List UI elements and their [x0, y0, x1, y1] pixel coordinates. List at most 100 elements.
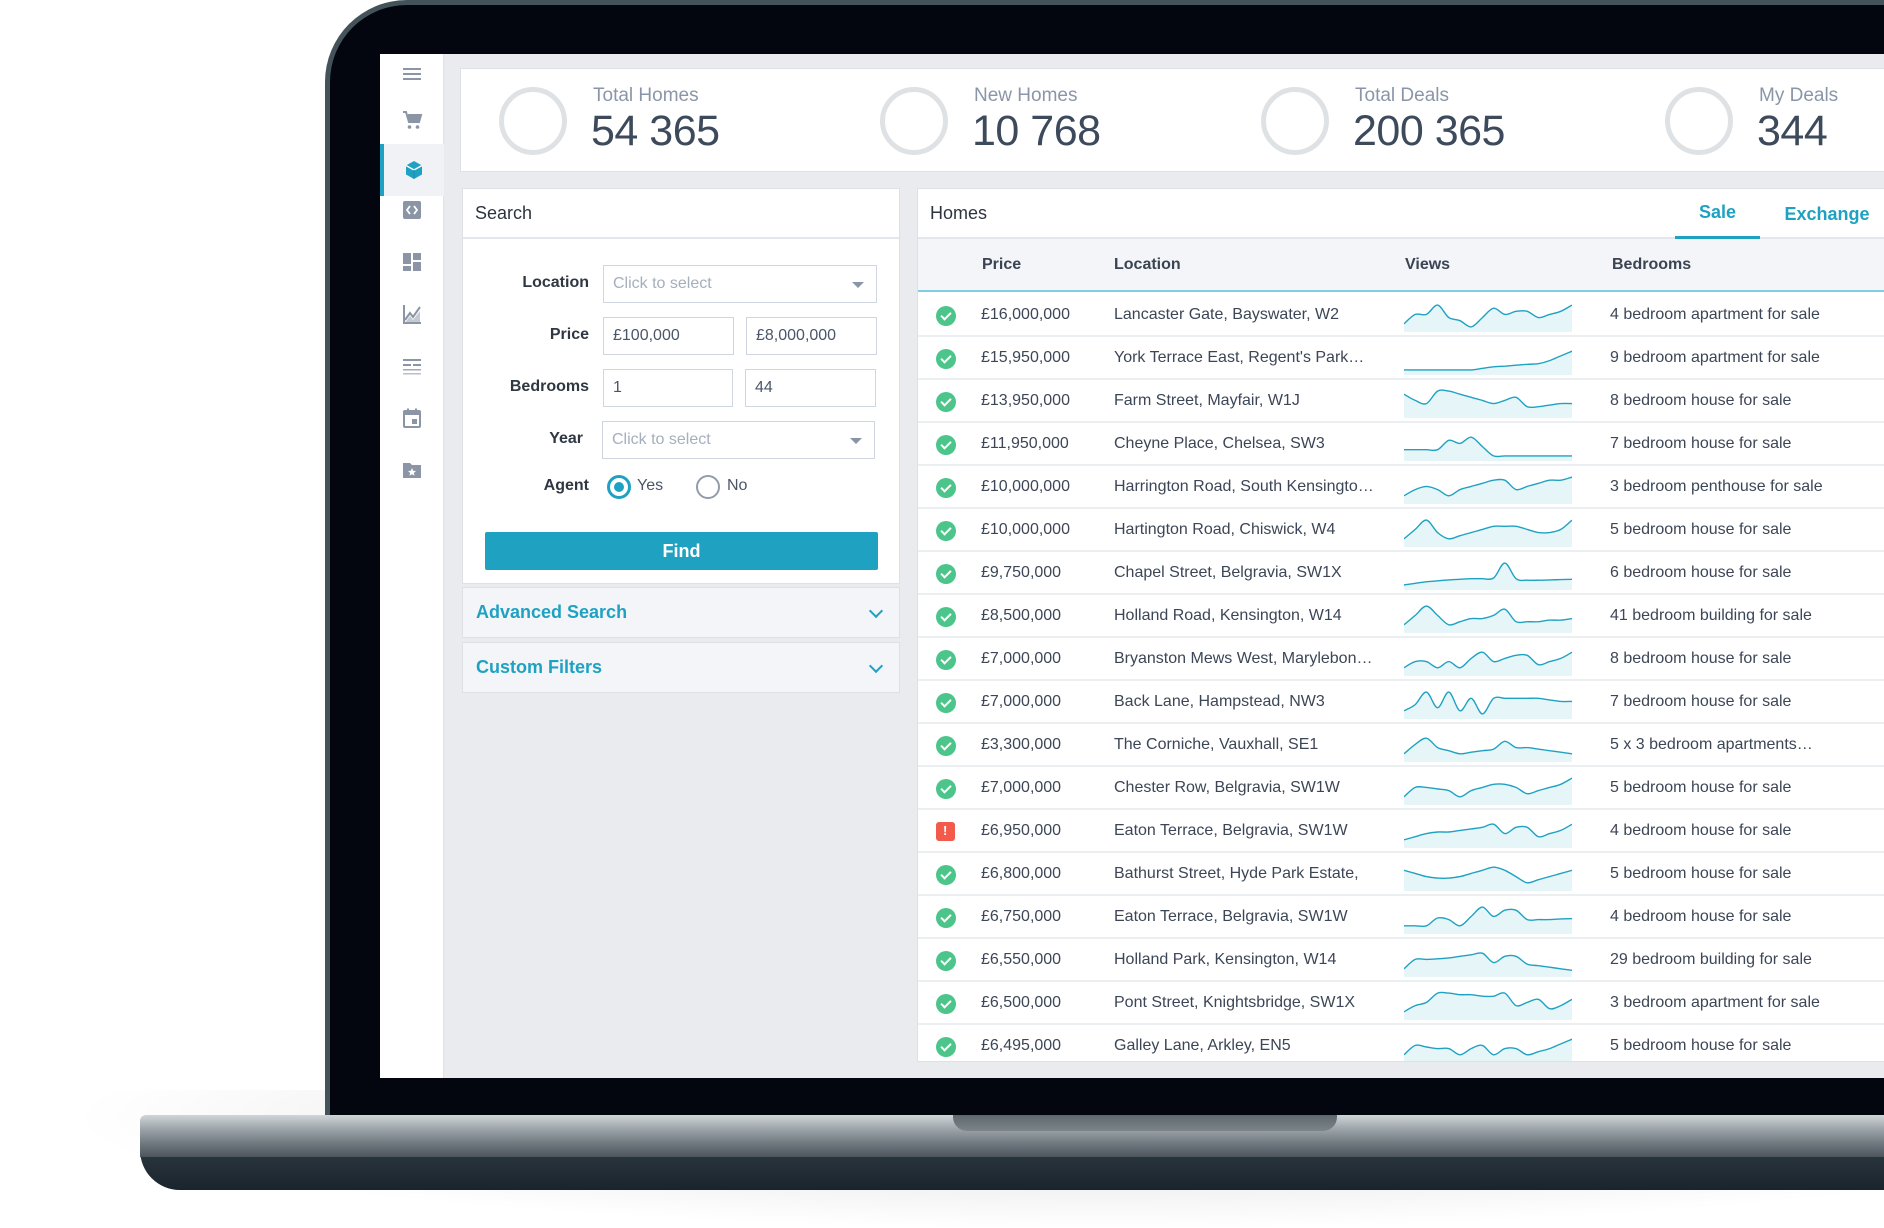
bedrooms-row: Bedrooms 1 44 — [463, 369, 899, 407]
sparkline-area — [1404, 824, 1572, 848]
stat-value: 10 768 — [972, 107, 1101, 155]
agent-label: Agent — [543, 477, 589, 494]
table-row[interactable]: £6,500,000 Pont Street, Knightsbridge, SW… — [918, 982, 1884, 1025]
location-select[interactable]: Click to select — [603, 265, 877, 303]
dropdown-caret-icon — [850, 438, 862, 444]
table-row[interactable]: £10,000,000 Harrington Road, South Kensin… — [918, 466, 1884, 509]
table-row[interactable]: £6,800,000 Bathurst Street, Hyde Park Est… — [918, 853, 1884, 896]
sparkline-area — [1404, 867, 1572, 891]
sidebar-item-table[interactable] — [380, 340, 444, 392]
bedrooms-max-input[interactable]: 44 — [745, 369, 876, 407]
price-max-input[interactable]: £8,000,000 — [746, 317, 877, 355]
column-header-bedrooms[interactable]: Bedrooms — [1612, 256, 1691, 274]
progress-ring-icon — [499, 87, 567, 155]
stat-value: 54 365 — [591, 107, 720, 155]
year-select[interactable]: Click to select — [602, 421, 875, 459]
agent-no-label[interactable]: No — [727, 477, 747, 495]
stat-label: Total Deals — [1355, 85, 1449, 106]
location-cell: Farm Street, Mayfair, W1J — [1114, 392, 1300, 409]
bedrooms-label: Bedrooms — [509, 378, 589, 395]
app-screen: Total Homes 54 365 New Homes 10 768 Tota… — [380, 54, 1884, 1078]
location-cell: Lancaster Gate, Bayswater, W2 — [1114, 306, 1339, 323]
check-circle-icon — [936, 306, 956, 326]
table-row[interactable]: £6,950,000 Eaton Terrace, Belgravia, SW1W… — [918, 810, 1884, 853]
calendar-icon — [403, 408, 421, 428]
bedrooms-cell: 41 bedroom building for sale — [1610, 607, 1812, 624]
table-row[interactable]: £16,000,000 Lancaster Gate, Bayswater, W2… — [918, 294, 1884, 337]
agent-yes-label[interactable]: Yes — [637, 477, 663, 495]
table-row[interactable]: £6,495,000 Galley Lane, Arkley, EN5 5 bedr… — [918, 1025, 1884, 1061]
location-placeholder: Click to select — [613, 275, 712, 292]
price-cell: £16,000,000 — [981, 306, 1070, 323]
agent-yes-radio[interactable] — [607, 475, 631, 499]
year-placeholder: Click to select — [612, 431, 711, 448]
location-cell: Chester Row, Belgravia, SW1W — [1114, 779, 1340, 796]
price-cell: £6,550,000 — [981, 951, 1062, 968]
table-row[interactable]: £7,000,000 Back Lane, Hampstead, NW3 7 bed… — [918, 681, 1884, 724]
column-header-views[interactable]: Views — [1405, 256, 1450, 274]
homes-title: Homes — [930, 203, 988, 223]
table-row[interactable]: £11,950,000 Cheyne Place, Chelsea, SW3 7 b… — [918, 423, 1884, 466]
bedrooms-cell: 8 bedroom house for sale — [1610, 650, 1792, 667]
bedrooms-cell: 8 bedroom house for sale — [1610, 392, 1792, 409]
search-panel: Search Location Click to select Price £1… — [462, 188, 900, 584]
table-row[interactable]: £6,750,000 Eaton Terrace, Belgravia, SW1W… — [918, 896, 1884, 939]
location-cell: York Terrace East, Regent's Park… — [1114, 349, 1365, 366]
progress-ring-icon — [880, 87, 948, 155]
advanced-search-toggle[interactable]: Advanced Search — [462, 587, 900, 638]
table-row[interactable]: £15,950,000 York Terrace East, Regent's P… — [918, 337, 1884, 380]
views-sparkline — [1404, 436, 1572, 461]
check-circle-icon — [936, 650, 956, 670]
table-row[interactable]: £10,000,000 Hartington Road, Chiswick, W4… — [918, 509, 1884, 552]
check-circle-icon — [936, 564, 956, 584]
custom-filters-toggle[interactable]: Custom Filters — [462, 642, 900, 693]
location-cell: Bryanston Mews West, Marylebon… — [1114, 650, 1373, 667]
sidebar-item-calendar[interactable] — [380, 392, 444, 444]
cart-icon — [403, 111, 423, 129]
check-circle-icon — [936, 779, 956, 799]
sidebar-item-dashboard[interactable] — [380, 236, 444, 288]
table-row[interactable]: £7,000,000 Bryanston Mews West, Marylebon… — [918, 638, 1884, 681]
column-header-price[interactable]: Price — [982, 256, 1021, 274]
year-label: Year — [549, 430, 583, 447]
tab-sale[interactable]: Sale — [1675, 189, 1760, 239]
find-button[interactable]: Find — [485, 532, 878, 570]
sidebar-item-favorites[interactable] — [380, 444, 444, 496]
table-row[interactable]: £3,300,000 The Corniche, Vauxhall, SE1 5 x… — [918, 724, 1884, 767]
views-sparkline — [1404, 651, 1572, 676]
search-panel-title: Search — [463, 189, 899, 239]
sidebar-item-analytics[interactable] — [380, 288, 444, 340]
table-row[interactable]: £6,550,000 Holland Park, Kensington, W14 2… — [918, 939, 1884, 982]
price-min-input[interactable]: £100,000 — [603, 317, 734, 355]
bedrooms-min-input[interactable]: 1 — [603, 369, 733, 407]
sparkline-area — [1404, 778, 1572, 805]
views-sparkline — [1404, 389, 1572, 418]
bedrooms-cell: 4 bedroom house for sale — [1610, 908, 1792, 925]
sidebar-item-code[interactable] — [380, 184, 444, 236]
price-cell: £10,000,000 — [981, 478, 1070, 495]
location-cell: Hartington Road, Chiswick, W4 — [1114, 521, 1336, 538]
chart-icon — [403, 305, 421, 324]
check-circle-icon — [936, 693, 956, 713]
table-row[interactable]: £9,750,000 Chapel Street, Belgravia, SW1X… — [918, 552, 1884, 595]
column-header-location[interactable]: Location — [1114, 256, 1181, 274]
bedrooms-cell: 3 bedroom apartment for sale — [1610, 994, 1820, 1011]
table-row[interactable]: £7,000,000 Chester Row, Belgravia, SW1W 5 … — [918, 767, 1884, 810]
price-cell: £6,800,000 — [981, 865, 1062, 882]
table-row[interactable]: £13,950,000 Farm Street, Mayfair, W1J 8 be… — [918, 380, 1884, 423]
sidebar-item-cart[interactable] — [380, 94, 444, 146]
stats-bar: Total Homes 54 365 New Homes 10 768 Tota… — [460, 68, 1884, 172]
stat-value: 200 365 — [1353, 107, 1505, 155]
homes-panel: Homes Sale Exchange Price Location Views… — [917, 188, 1884, 1062]
check-circle-icon — [936, 1037, 956, 1057]
table-row[interactable]: £8,500,000 Holland Road, Kensington, W14 4… — [918, 595, 1884, 638]
tab-exchange[interactable]: Exchange — [1771, 189, 1883, 239]
advanced-search-label: Advanced Search — [476, 602, 628, 622]
check-circle-icon — [936, 349, 956, 369]
price-cell: £15,950,000 — [981, 349, 1070, 366]
check-circle-icon — [936, 736, 956, 756]
agent-no-radio[interactable] — [696, 475, 720, 499]
price-cell: £9,750,000 — [981, 564, 1062, 581]
bedrooms-cell: 9 bedroom apartment for sale — [1610, 349, 1820, 366]
views-sparkline — [1404, 562, 1572, 590]
